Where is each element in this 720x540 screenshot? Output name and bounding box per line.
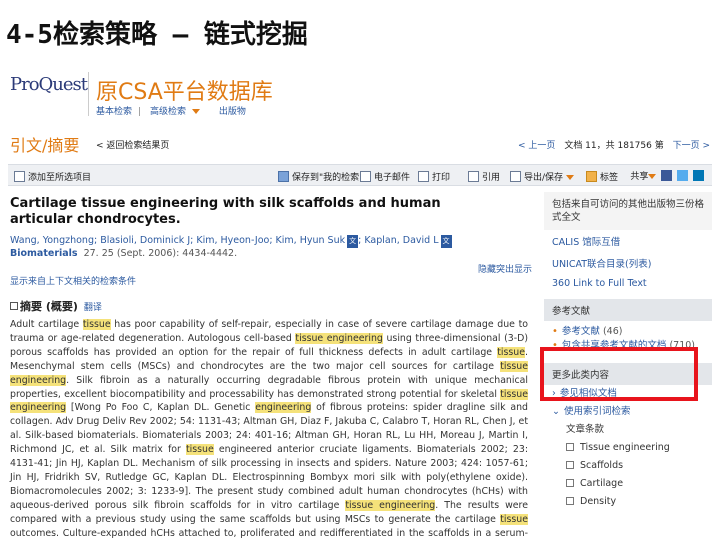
journal-volume: 27. 25 (Sept. 2006): 4434-4442. [83, 248, 238, 259]
hide-highlight-link[interactable]: 隐藏突出显示 [478, 262, 532, 275]
envelope-icon [360, 171, 371, 182]
logo-text: ProQuest [10, 74, 88, 95]
database-title: 原CSA平台数据库 [96, 80, 273, 105]
collapse-icon[interactable] [10, 302, 18, 310]
highlighted-term: tissue [82, 319, 111, 330]
tag-icon [586, 171, 597, 182]
share-label[interactable]: 共享 [630, 172, 648, 182]
index-terms-link[interactable]: ⌄ 使用索引词检索 [544, 403, 712, 421]
checkbox[interactable] [566, 461, 574, 469]
calis-link[interactable]: CALIS 馆际互借 [544, 230, 712, 252]
next-page-link[interactable]: 下一页 > [673, 141, 710, 151]
highlighted-term: tissue [500, 513, 528, 525]
highlighted-term: tissue [497, 346, 526, 358]
abstract-segment: . Silk fibroin as a naturally occurring … [10, 374, 528, 400]
highlighted-term: tissue engineering [345, 499, 436, 511]
fulltext-link[interactable]: 360 Link to Full Text [544, 274, 712, 293]
abstract-segment: outcomes. Culture-expanded hCHs attached… [10, 527, 528, 539]
printer-icon [418, 171, 429, 182]
show-terms-link[interactable]: 显示来自上下文相关的检索条件 [10, 274, 136, 287]
journal-citation: Biomaterials 27. 25 (Sept. 2006): 4434-44… [10, 248, 237, 259]
abstract-heading: 摘要 (概要) 翻译 [10, 298, 102, 314]
toolbar: 添加至所选项目 保存到"我的检索" 电子邮件 打印 引用 导出/保存 标签 共享 [8, 164, 712, 186]
tag-button[interactable]: 标签 [586, 170, 618, 183]
facet-item[interactable]: Tissue engineering [544, 439, 712, 457]
search-links: 基本检索 | 高级检索 出版物 [96, 107, 246, 117]
abstract-segment: Adult cartilage [10, 319, 83, 330]
author-info-icon[interactable]: 文 [347, 235, 359, 248]
checkbox[interactable] [566, 443, 574, 451]
access-info: 包括来自可访问的其他出版物三份格式全文 [544, 192, 712, 230]
references-heading: 参考文献 [544, 299, 712, 321]
highlighted-term: engineering [255, 402, 312, 414]
proquest-logo[interactable]: ProQuest [10, 74, 88, 112]
chevron-down-icon[interactable] [191, 109, 200, 114]
references-item[interactable]: • 参考文献 (46) [552, 325, 704, 339]
facebook-icon[interactable] [661, 170, 673, 181]
page-title: 引文/摘要 [10, 136, 80, 155]
save-to-my-search-button[interactable]: 保存到"我的检索" [278, 170, 363, 183]
twitter-icon[interactable] [677, 170, 689, 181]
checkbox[interactable] [566, 497, 574, 505]
chevron-down-icon: ⌄ [552, 406, 560, 417]
add-to-selected-button[interactable]: 添加至所选项目 [14, 170, 91, 183]
linkedin-icon[interactable] [693, 170, 704, 181]
abstract-text: Adult cartilage tissue has poor capabili… [10, 318, 528, 540]
print-button[interactable]: 打印 [418, 170, 450, 183]
advanced-search-link[interactable]: 高级检索 [150, 107, 186, 117]
authors-tail-link[interactable]: ; Kaplan, David L [358, 235, 438, 246]
facet-item[interactable]: Scaffolds [544, 457, 712, 475]
share-bar: 共享 [630, 169, 704, 182]
export-save-button[interactable]: 导出/保存 [510, 170, 575, 183]
basic-search-link[interactable]: 基本检索 [96, 107, 132, 117]
slide-title: 4-5检索策略 – 链式挖掘 [6, 20, 308, 50]
pager: < 上一页 文档 11，共 181756 第 下一页 > [518, 138, 710, 151]
highlighted-term: tissue [185, 444, 214, 456]
author-info-icon-2[interactable]: 文 [440, 235, 452, 248]
screenshot-area: ProQuest 原CSA平台数据库 基本检索 | 高级检索 出版物 引文/摘要 … [0, 62, 720, 540]
unicat-link[interactable]: UNICAT联合目录(列表) [544, 252, 712, 274]
facet-item[interactable]: Cartilage [544, 475, 712, 493]
prev-page-link[interactable]: < 上一页 [518, 141, 555, 151]
checkbox-icon[interactable] [14, 171, 25, 182]
journal-link[interactable]: Biomaterials [10, 248, 78, 259]
email-button[interactable]: 电子邮件 [360, 170, 410, 183]
checkbox[interactable] [566, 479, 574, 487]
translate-link[interactable]: 翻译 [84, 303, 102, 313]
export-icon [510, 171, 521, 182]
bullet-icon: • [552, 326, 558, 337]
annotation-highlight-box [540, 347, 698, 401]
author-list: Wang, Yongzhong; Blasioli, Dominick J; K… [10, 234, 530, 248]
header-divider [88, 72, 89, 116]
folder-icon [278, 171, 289, 182]
chevron-down-icon[interactable] [648, 174, 657, 179]
publications-link[interactable]: 出版物 [219, 107, 246, 117]
article-title: Cartilage tissue engineering with silk s… [10, 196, 441, 227]
quote-icon [468, 171, 479, 182]
facet-heading: 文章条款 [566, 424, 605, 435]
chevron-down-icon[interactable] [566, 175, 575, 180]
highlighted-term: tissue engineering [295, 332, 383, 344]
doc-counter: 文档 11，共 181756 第 [564, 141, 664, 151]
back-to-results-link[interactable]: < 返回检索结果页 [96, 138, 169, 151]
cite-button[interactable]: 引用 [468, 170, 500, 183]
abstract-segment: [Wong Po Foo C, Kaplan DL. Genetic [66, 402, 256, 414]
facet-item[interactable]: Density [544, 493, 712, 511]
authors-link[interactable]: Wang, Yongzhong; Blasioli, Dominick J; K… [10, 235, 345, 246]
